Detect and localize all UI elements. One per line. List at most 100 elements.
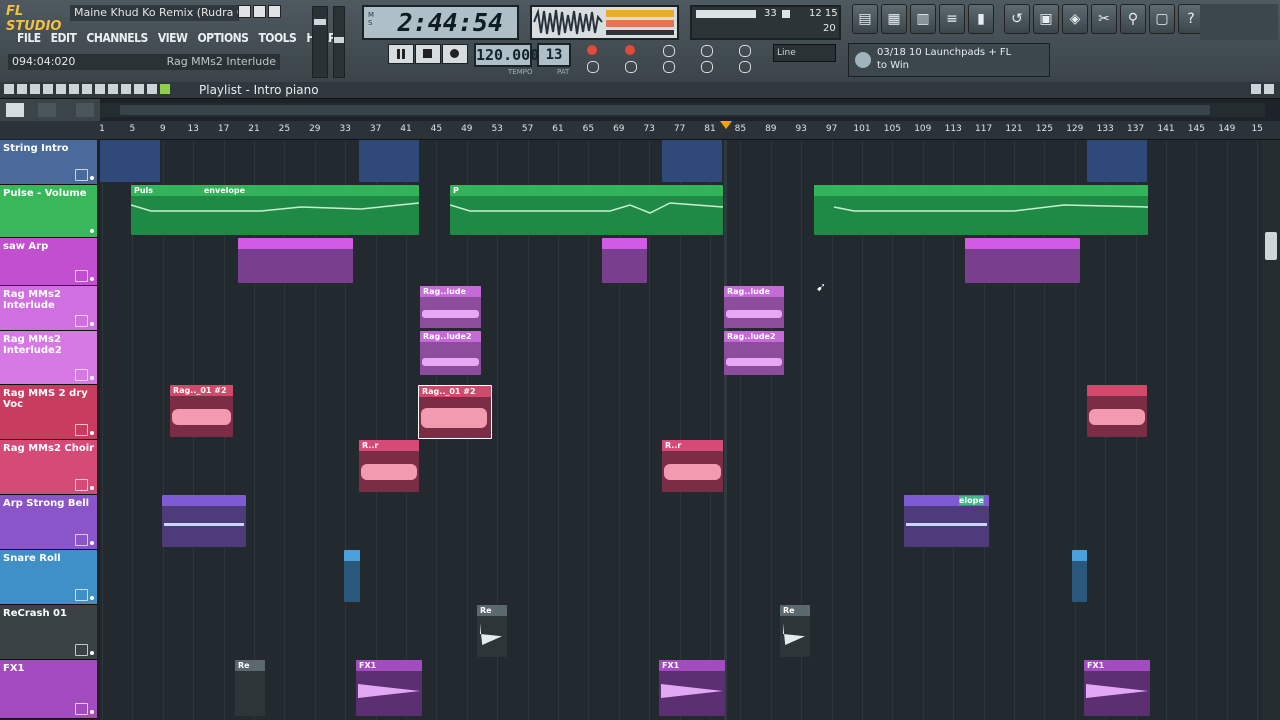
detach-icon[interactable]: [1251, 84, 1261, 94]
scroll-thumb[interactable]: [1265, 232, 1277, 260]
typing-icon[interactable]: [701, 61, 713, 73]
metronome-icon[interactable]: [587, 45, 597, 55]
channel-rack-icon[interactable]: ≡: [939, 4, 965, 34]
close-icon[interactable]: [268, 5, 281, 18]
search-icon[interactable]: ⚲: [1120, 4, 1146, 34]
clip-interlude[interactable]: Rag..lude: [724, 286, 784, 328]
pencil-icon[interactable]: [30, 84, 40, 94]
snap-select[interactable]: Line: [773, 44, 836, 62]
clip-pulse-volume[interactable]: [814, 185, 1148, 235]
play-icon[interactable]: [134, 84, 144, 94]
restore-icon[interactable]: [253, 5, 266, 18]
main-icon[interactable]: [739, 61, 751, 73]
clip-fx1[interactable]: FX1: [659, 660, 725, 716]
clip-fx-re[interactable]: Re: [235, 660, 265, 716]
automation-icon[interactable]: [38, 103, 56, 117]
track-saw-arp[interactable]: saw Arp: [0, 238, 97, 286]
clip-saw-arp[interactable]: [238, 238, 353, 283]
delete-icon[interactable]: [56, 84, 66, 94]
song-mode-icon[interactable]: [6, 103, 24, 117]
mixer-icon[interactable]: ▮: [968, 4, 994, 34]
step-icon[interactable]: [663, 45, 675, 57]
step-sequencer-icon[interactable]: ▦: [881, 4, 907, 34]
slider-knob[interactable]: [334, 37, 344, 43]
close-icon[interactable]: [1264, 84, 1274, 94]
menu-edit[interactable]: EDIT: [46, 31, 82, 45]
master-pitch-slider[interactable]: [333, 6, 345, 78]
menu-file[interactable]: FILE: [12, 31, 46, 45]
clip-dry-voc[interactable]: Rag.._01 #2: [170, 385, 233, 437]
slider-knob[interactable]: [314, 19, 326, 25]
save-icon[interactable]: ▣: [1033, 4, 1059, 34]
menu-channels[interactable]: CHANNELS: [81, 31, 152, 45]
clip-snare-roll[interactable]: [1072, 550, 1087, 602]
slice-icon[interactable]: [82, 84, 92, 94]
snap-icon[interactable]: [147, 84, 157, 94]
track-arp-bell[interactable]: Arp Strong Bell: [0, 495, 97, 550]
track-fx1[interactable]: FX1: [0, 660, 97, 719]
clip-string-intro[interactable]: [1087, 140, 1147, 182]
minimize-icon[interactable]: [238, 5, 251, 18]
menu-options[interactable]: OPTIONS: [192, 31, 253, 45]
clip-saw-arp[interactable]: [965, 238, 1080, 283]
notes-icon[interactable]: ▢: [1149, 4, 1175, 34]
clip-choir[interactable]: R..r: [359, 440, 419, 492]
track-snare-roll[interactable]: Snare Roll: [0, 550, 97, 605]
stop-button[interactable]: [415, 44, 441, 64]
playlist-icon[interactable]: ▤: [852, 4, 878, 34]
track-choir[interactable]: Rag MMs2 Choir: [0, 440, 97, 495]
clip-arp-bell[interactable]: [162, 495, 246, 547]
clip-snare-roll[interactable]: [344, 550, 360, 602]
multilink-icon[interactable]: [701, 45, 713, 57]
select-icon[interactable]: [95, 84, 105, 94]
master-volume-slider[interactable]: [312, 6, 328, 78]
piano-roll-icon[interactable]: ▥: [910, 4, 936, 34]
track-rag-interlude2[interactable]: Rag MMs2 Interlude2: [0, 331, 97, 385]
track-pulse-volume[interactable]: Pulse - Volume: [0, 185, 97, 238]
clip-dry-voc-selected[interactable]: Rag.._01 #2: [418, 385, 492, 439]
brush-icon[interactable]: [43, 84, 53, 94]
cut-icon[interactable]: ✂: [1091, 4, 1117, 34]
clip-interlude2[interactable]: Rag..lude2: [420, 331, 481, 375]
clip-recrash[interactable]: Re: [780, 605, 810, 657]
tempo-display[interactable]: 120.000: [474, 43, 539, 67]
horizontal-scrollbar[interactable]: [100, 103, 1265, 117]
loop-icon[interactable]: [587, 61, 599, 73]
menu-view[interactable]: VIEW: [153, 31, 193, 45]
blend-icon[interactable]: [663, 61, 675, 73]
clip-choir[interactable]: R..r: [662, 440, 723, 492]
wait-icon[interactable]: [625, 61, 637, 73]
undo-icon[interactable]: ↺: [1004, 4, 1030, 34]
clip-saw-arp[interactable]: [602, 238, 647, 283]
pattern-icon[interactable]: [160, 84, 170, 94]
mute-icon[interactable]: [69, 84, 79, 94]
track-dry-voc[interactable]: Rag MMS 2 dry Voc: [0, 385, 97, 440]
clip-string-intro[interactable]: [100, 140, 160, 182]
clip-fx1[interactable]: FX1: [356, 660, 422, 716]
menu-icon[interactable]: [4, 84, 14, 94]
magnet-icon[interactable]: [17, 84, 27, 94]
clip-pulse-volume[interactable]: P: [450, 185, 723, 235]
clip-dry-voc[interactable]: [1087, 385, 1147, 437]
track-rag-interlude[interactable]: Rag MMs2 Interlude: [0, 286, 97, 331]
playhead-marker-icon[interactable]: [720, 121, 732, 129]
zoom-icon[interactable]: [108, 84, 118, 94]
track-string-intro[interactable]: String Intro: [0, 140, 97, 185]
snap-icon[interactable]: [739, 45, 751, 57]
clip-interlude[interactable]: Rag..lude: [420, 286, 481, 328]
pattern-display[interactable]: 13: [537, 43, 571, 67]
clip-string-intro[interactable]: [359, 140, 419, 182]
scroll-thumb[interactable]: [120, 105, 1210, 115]
song-time-display[interactable]: MS 2:44:54: [362, 5, 519, 40]
clip-fx1[interactable]: FX1: [1084, 660, 1150, 716]
pause-button[interactable]: [388, 44, 414, 64]
clip-arp-bell[interactable]: elope: [904, 495, 989, 547]
countdown-icon[interactable]: [625, 45, 635, 55]
playlist-title[interactable]: Playlist - Intro piano: [199, 82, 319, 98]
news-panel[interactable]: 03/18 10 Launchpads + FL to Win: [848, 43, 1050, 77]
clip-recrash[interactable]: Re: [477, 605, 507, 657]
clip-string-intro[interactable]: [662, 140, 722, 182]
audio-icon[interactable]: [76, 103, 94, 117]
vertical-scrollbar[interactable]: [1262, 140, 1280, 720]
playlist-grid[interactable]: Puls envelope P Rag..lude Rag..lude Rag.…: [100, 140, 1262, 720]
